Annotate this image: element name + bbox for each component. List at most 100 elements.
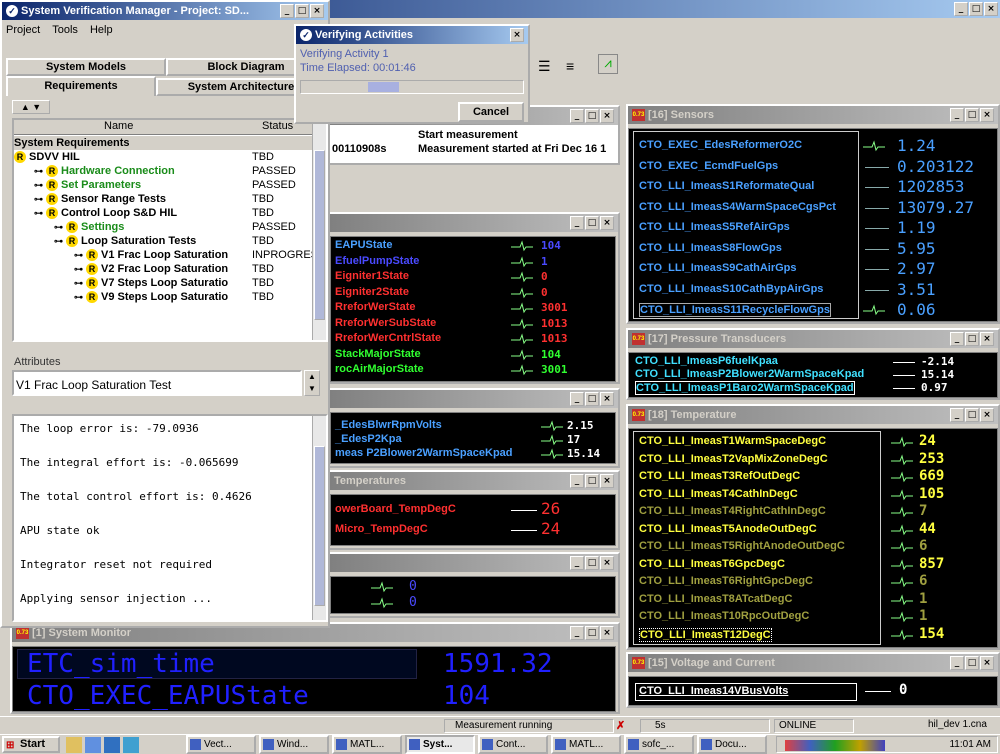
status-time: 5s (640, 719, 770, 733)
tree-item[interactable]: ⊶ R V7 Steps Loop Saturatio TBD (14, 276, 314, 290)
menu-help[interactable]: Help (90, 24, 113, 36)
temperature-controls[interactable]: _ □ × (950, 408, 994, 422)
tab-system-models[interactable]: System Models (6, 58, 166, 76)
tree-scrollbar[interactable] (312, 120, 326, 340)
expand-handle-icon[interactable]: ⊶ (34, 180, 43, 190)
tree-item[interactable]: ⊶ R V1 Frac Loop Saturation INPROGRES (14, 248, 318, 262)
minimize-icon[interactable]: _ (280, 4, 294, 18)
start-button[interactable]: ⊞ Start (2, 736, 60, 753)
tree-item-status: TBD (252, 207, 274, 219)
tree-item[interactable]: ⊶ R V2 Frac Loop Saturation TBD (14, 262, 314, 276)
taskbar-item[interactable]: Syst... (405, 735, 475, 754)
taskbar-item[interactable]: Vect... (186, 735, 256, 754)
sensor-value: 0.203122 (897, 156, 975, 176)
main-window-controls[interactable]: _ □ × (954, 2, 998, 16)
voltage-controls[interactable]: _ □ × (950, 656, 994, 670)
sensors-controls[interactable]: _ □ × (950, 108, 994, 122)
windows-logo-icon: ⊞ (6, 740, 15, 751)
tree-item[interactable]: ⊶ R Settings PASSED (14, 220, 314, 234)
expand-handle-icon[interactable]: ⊶ (74, 250, 83, 260)
maximize-icon[interactable]: □ (969, 2, 983, 16)
close-icon[interactable]: × (310, 4, 324, 18)
tree-item[interactable]: ⊶ R Set Parameters PASSED (14, 178, 314, 192)
menu-tools[interactable]: Tools (52, 24, 78, 36)
sparkline-icon (541, 420, 563, 432)
temperature-value: 857 (919, 555, 945, 572)
quick-launch-icon[interactable] (104, 737, 120, 753)
requirement-icon: R (86, 291, 98, 304)
sparkline-icon (511, 348, 533, 360)
pressure-controls[interactable]: _ □ × (950, 332, 994, 346)
taskbar-item[interactable]: Cont... (478, 735, 548, 754)
tree-item[interactable]: ⊶ R V9 Steps Loop Saturatio TBD (14, 290, 314, 304)
temperature-panel: CTO_LLI_ImeasT1WarmSpaceDegC 24 CTO_LLI_Im… (628, 428, 998, 648)
sort-arrows[interactable]: ▲ ▼ (12, 100, 50, 114)
temperature-titlebar: 0.73 [18] Temperature (628, 406, 998, 424)
board-temp-controls[interactable]: _ □ × (570, 474, 614, 488)
cancel-button[interactable]: Cancel (458, 102, 524, 122)
sensor-label: CTO_LLI_ImeasS1ReformateQual (639, 180, 815, 192)
temperature-value: 154 (919, 625, 945, 642)
expand-handle-icon[interactable]: ⊶ (54, 222, 63, 232)
expand-handle-icon[interactable]: ⊶ (34, 208, 43, 218)
taskbar-item[interactable]: MATL... (551, 735, 621, 754)
menu-project[interactable]: Project (6, 24, 40, 36)
tree-item[interactable]: R SDVV HIL TBD (14, 150, 314, 164)
close-icon[interactable]: × (984, 2, 998, 16)
tree-item-status: PASSED (252, 221, 296, 233)
requirement-icon: R (14, 151, 26, 164)
pressure-label: CTO_LLI_ImeasP1Baro2WarmSpaceKpad (635, 381, 855, 395)
sparkline-icon (891, 453, 913, 465)
tab-requirements[interactable]: Requirements (6, 76, 156, 96)
tree-item[interactable]: ⊶ R Loop Saturation Tests TBD (14, 234, 314, 248)
expand-handle-icon[interactable]: ⊶ (34, 166, 43, 176)
minimize-icon[interactable]: _ (954, 2, 968, 16)
taskbar-item[interactable]: sofc_... (624, 735, 694, 754)
sparkline-icon (511, 271, 533, 283)
close-icon[interactable]: × (510, 28, 524, 42)
sparkline-icon (891, 628, 913, 640)
tree-item-status: TBD (252, 277, 274, 289)
quick-launch-icon[interactable] (66, 737, 82, 753)
expand-handle-icon[interactable]: ⊶ (74, 278, 83, 288)
align-icon[interactable]: ☰ (538, 58, 551, 75)
taskbar-item[interactable]: MATL... (332, 735, 402, 754)
log-window-controls[interactable]: _ □ × (570, 109, 614, 123)
tree-item[interactable]: ⊶ R Hardware Connection PASSED (14, 164, 314, 178)
voltage-label: CTO_LLI_Imeas14VBusVolts (639, 685, 789, 697)
expand-handle-icon[interactable]: ⊶ (34, 194, 43, 204)
taskbar-item[interactable]: Docu... (697, 735, 767, 754)
console-scroll-thumb[interactable] (314, 446, 325, 606)
expand-handle-icon[interactable]: ⊶ (54, 236, 63, 246)
board-temp-value: 26 (541, 499, 561, 518)
maximize-icon[interactable]: □ (295, 4, 309, 18)
dialog-controls[interactable]: × (510, 28, 524, 42)
blower-window-controls[interactable]: _ □ × (570, 392, 614, 406)
blower-value: 15.14 (567, 447, 601, 460)
svm-tabs: System Models Block Diagram Requirements… (6, 44, 326, 100)
tree-item-label: ⊶ R V2 Frac Loop Saturation (74, 262, 228, 276)
console-line: The integral effort is: -0.065699 (20, 456, 239, 469)
tree-scroll-thumb[interactable] (314, 150, 325, 320)
expand-handle-icon[interactable]: ⊶ (74, 264, 83, 274)
sparkline-icon (511, 364, 533, 376)
tree-item[interactable]: ⊶ R Sensor Range Tests TBD (14, 192, 314, 206)
requirements-tree: Name Status System Requirements R SDVV HIL… (12, 118, 328, 342)
state-window-controls[interactable]: _ □ × (570, 216, 614, 230)
quick-launch-icon[interactable] (123, 737, 139, 753)
signal-icon[interactable]: ⩘ (598, 54, 618, 74)
taskbar-item[interactable]: Wind... (259, 735, 329, 754)
tray-icons[interactable] (785, 740, 885, 751)
attributes-spinner[interactable]: ▲ ▼ (304, 370, 320, 396)
state-window: _ □ × EAPUState 104 EfuelPumpState 1 Eigniter1… (328, 212, 620, 384)
console-scrollbar[interactable] (312, 416, 326, 620)
mini-window-controls[interactable]: _ □ × (570, 556, 614, 570)
svm-controls[interactable]: _ □ × (280, 4, 324, 18)
requirement-icon: R (46, 193, 58, 206)
justify-icon[interactable]: ≡ (566, 58, 574, 74)
tree-item[interactable]: ⊶ R Control Loop S&D HIL TBD (14, 206, 314, 220)
verify-dialog: ✓ Verifying Activities × Verifying Activi… (294, 24, 530, 124)
system-monitor-controls[interactable]: _ □ × (570, 626, 614, 640)
expand-handle-icon[interactable]: ⊶ (74, 292, 83, 302)
quick-launch-icon[interactable] (85, 737, 101, 753)
